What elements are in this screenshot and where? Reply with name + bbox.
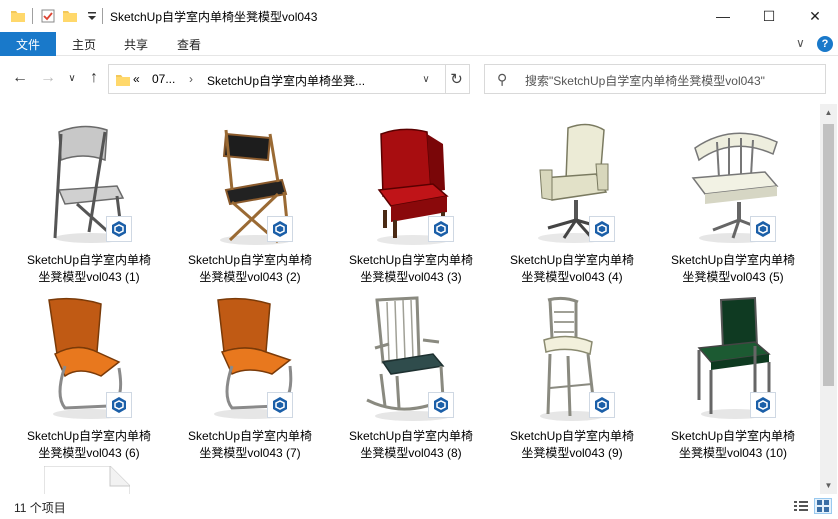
title-separator (102, 8, 103, 24)
address-segment[interactable]: SketchUp自学室内单椅坐凳... (207, 72, 365, 89)
sketchup-icon (106, 392, 132, 418)
document-icon[interactable] (44, 466, 130, 494)
details-view-icon (794, 501, 808, 511)
rocking-chair-thumbnail (366, 296, 452, 421)
customize-toolbar-icon[interactable] (84, 8, 100, 24)
file-list: SketchUp自学室内单椅 坐凳模型vol043 (1) SketchUp自学室… (0, 104, 820, 494)
file-item[interactable]: SketchUp自学室内单椅 坐凳模型vol043 (9) (497, 288, 647, 460)
sketchup-icon (267, 216, 293, 242)
sketchup-icon (267, 392, 293, 418)
scroll-up-arrow[interactable]: ▲ (820, 104, 837, 121)
tab-file[interactable]: 文件 (0, 32, 56, 56)
search-input[interactable]: 搜索"SketchUp自学室内单椅坐凳模型vol043" (525, 72, 765, 89)
up-button[interactable]: ↑ (84, 66, 104, 90)
recent-locations-button[interactable]: ∨ (62, 66, 82, 90)
red-wingback-chair-thumbnail (377, 128, 449, 245)
office-chair-thumbnail (538, 123, 610, 243)
sketchup-icon (589, 216, 615, 242)
sketchup-icon (750, 392, 776, 418)
bar-stool-thumbnail (540, 296, 604, 421)
address-separator[interactable]: › (189, 72, 193, 86)
file-item[interactable]: SketchUp自学室内单椅 坐凳模型vol043 (6) (14, 288, 164, 460)
forward-button[interactable]: → (38, 66, 58, 90)
refresh-button[interactable]: ↻ (444, 64, 470, 94)
scrollbar-thumb[interactable] (823, 124, 834, 386)
large-icons-view-button[interactable] (814, 498, 832, 514)
file-name: SketchUp自学室内单椅 坐凳模型vol043 (7) (187, 429, 313, 460)
title-separator (32, 8, 33, 24)
file-item[interactable]: SketchUp自学室内单椅 坐凳模型vol043 (10) (658, 288, 808, 460)
help-button[interactable]: ? (817, 36, 833, 52)
orange-cantilever-chair-thumbnail (48, 297, 129, 419)
maximize-button[interactable]: ☐ (746, 0, 792, 32)
file-name: SketchUp自学室内单椅 坐凳模型vol043 (1) (26, 253, 152, 284)
file-name: SketchUp自学室内单椅 坐凳模型vol043 (3) (348, 253, 474, 284)
details-view-button[interactable] (792, 498, 810, 514)
address-bar[interactable]: « 07... › SketchUp自学室内单椅坐凳... (108, 64, 446, 94)
properties-icon[interactable] (40, 8, 56, 24)
back-button[interactable]: ← (10, 66, 30, 90)
tab-home[interactable]: 主页 (72, 32, 96, 56)
item-count: 11 个项目 (14, 501, 66, 515)
sketchup-icon (428, 216, 454, 242)
address-segment[interactable]: 07... (152, 72, 175, 86)
file-item[interactable]: SketchUp自学室内单椅 坐凳模型vol043 (2) (175, 112, 325, 284)
address-overflow[interactable]: « (133, 72, 140, 86)
file-item[interactable]: SketchUp自学室内单椅 坐凳模型vol043 (8) (336, 288, 486, 460)
search-box[interactable]: ⚲ 搜索"SketchUp自学室内单椅坐凳模型vol043" (484, 64, 826, 94)
file-item[interactable]: SketchUp自学室内单椅 坐凳模型vol043 (1) (14, 112, 164, 284)
file-name: SketchUp自学室内单椅 坐凳模型vol043 (5) (670, 253, 796, 284)
file-name: SketchUp自学室内单椅 坐凳模型vol043 (9) (509, 429, 635, 460)
minimize-button[interactable]: — (700, 0, 746, 32)
close-button[interactable]: ✕ (792, 0, 838, 32)
file-name: SketchUp自学室内单椅 坐凳模型vol043 (10) (670, 429, 796, 460)
orange-cantilever-chair-thumbnail (214, 297, 293, 419)
file-item[interactable]: SketchUp自学室内单椅 坐凳模型vol043 (7) (175, 288, 325, 460)
address-dropdown-button[interactable]: ∨ (414, 64, 438, 94)
expand-ribbon-button[interactable]: ∨ (796, 36, 805, 50)
search-icon: ⚲ (497, 71, 508, 87)
tab-view[interactable]: 查看 (177, 32, 201, 56)
sketchup-icon (106, 216, 132, 242)
file-item[interactable]: SketchUp自学室内单椅 坐凳模型vol043 (4) (497, 112, 647, 284)
ribbon-tabs: 文件 主页 共享 查看 ∨ ? (0, 32, 838, 56)
sketchup-icon (589, 392, 615, 418)
status-bar: 11 个项目 (0, 494, 838, 519)
file-name: SketchUp自学室内单椅 坐凳模型vol043 (6) (26, 429, 152, 460)
sketchup-icon (750, 216, 776, 242)
title-bar: SketchUp自学室内单椅坐凳模型vol043 — ☐ ✕ (0, 0, 838, 32)
file-item[interactable]: SketchUp自学室内单椅 坐凳模型vol043 (5) (658, 112, 808, 284)
file-name: SketchUp自学室内单椅 坐凳模型vol043 (4) (509, 253, 635, 284)
green-chair-thumbnail (697, 296, 771, 419)
folding-chair-thumbnail (53, 125, 127, 243)
file-name: SketchUp自学室内单椅 坐凳模型vol043 (8) (348, 429, 474, 460)
folder-icon (116, 75, 130, 86)
director-chair-thumbnail (220, 129, 292, 245)
file-item[interactable]: SketchUp自学室内单椅 坐凳模型vol043 (3) (336, 112, 486, 284)
window-title: SketchUp自学室内单椅坐凳模型vol043 (110, 10, 318, 24)
sketchup-icon (428, 392, 454, 418)
vertical-scrollbar[interactable]: ▲ ▼ (820, 104, 837, 494)
large-icons-view-icon (817, 500, 829, 512)
file-name: SketchUp自学室内单椅 坐凳模型vol043 (2) (187, 253, 313, 284)
new-folder-icon[interactable] (62, 8, 78, 24)
folder-icon (11, 11, 25, 22)
tab-share[interactable]: 共享 (124, 32, 148, 56)
swivel-armchair-thumbnail (691, 132, 779, 243)
scroll-down-arrow[interactable]: ▼ (820, 477, 837, 494)
